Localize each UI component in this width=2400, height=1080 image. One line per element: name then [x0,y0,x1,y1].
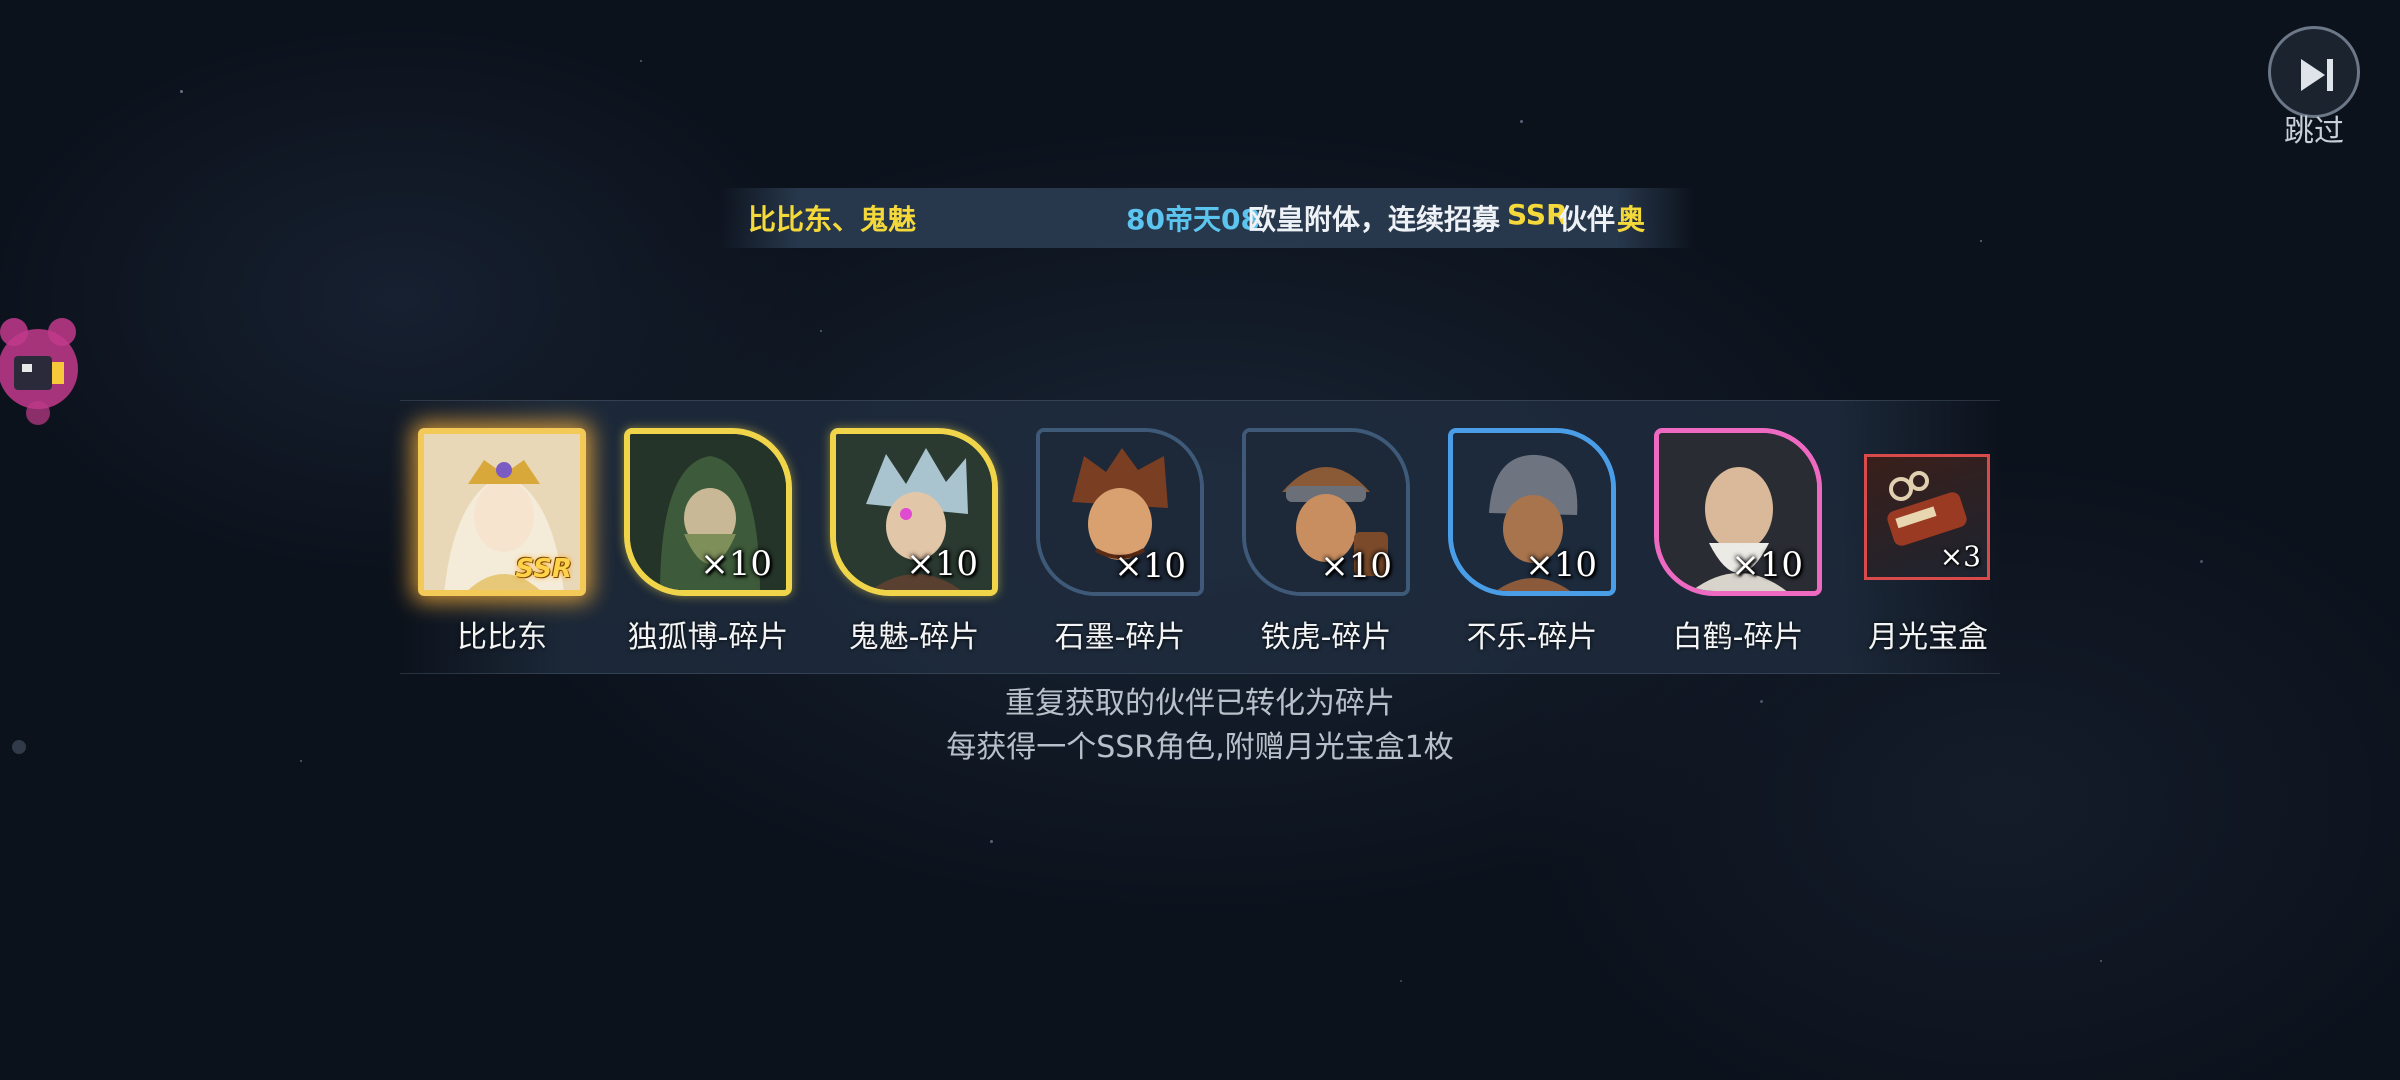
reward-name: 月光宝盒 [1868,620,1988,655]
floating-mascot-icon[interactable] [0,308,84,430]
broadcast-marquee: 比比东、鬼魅 80帝天08 欧皇附体，连续招募 SSR 伙伴 奥 [720,188,1695,248]
hero-portrait: ×10 [1654,428,1822,596]
star [2200,560,2203,563]
star [640,60,642,62]
star [12,740,26,754]
star [300,760,302,762]
hero-portrait: ×10 [1036,428,1204,596]
marquee-text: 伙伴 [1559,203,1616,236]
count-badge: ×10 [1114,546,1186,586]
count-badge: ×10 [1731,545,1803,585]
count-badge: ×3 [1939,540,1981,573]
marquee-player-name: 80帝天08 [1126,203,1260,236]
marquee-text: 奥 [1617,203,1646,236]
skip-button[interactable] [2268,26,2360,118]
marquee-text: 比比东、鬼魅 [748,203,917,236]
item-slot: ×3 [1864,454,1990,580]
star [180,90,183,93]
hero-portrait: ×10 [624,428,792,596]
star [990,840,993,843]
ssr-badge: SSR [515,554,572,584]
hero-portrait: SSR [418,428,586,596]
star [1980,240,1982,242]
count-badge: ×10 [1320,546,1392,586]
count-badge: ×10 [906,544,978,584]
count-badge: ×10 [1525,545,1597,585]
star [820,330,822,332]
skip-label[interactable]: 跳过 [2268,106,2360,150]
star [2100,960,2102,962]
gacha-result-screen: 跳过 比比东、鬼魅 80帝天08 欧皇附体，连续招募 SSR 伙伴 奥 SSR … [0,0,2400,1080]
ssr-bonus-note: 每获得一个SSR角色,附赠月光宝盒1枚 [946,730,1454,765]
star [1400,980,1402,982]
duplicate-conversion-note: 重复获取的伙伴已转化为碎片 [1005,686,1395,721]
hero-portrait: ×10 [830,428,998,596]
star [1520,120,1523,123]
hero-portrait: ×10 [1242,428,1410,596]
star [1760,700,1763,703]
hero-portrait: ×10 [1448,428,1616,596]
count-badge: ×10 [700,544,772,584]
marquee-text: 欧皇附体，连续招募 [1248,203,1501,236]
skip-forward-icon [2301,59,2333,91]
